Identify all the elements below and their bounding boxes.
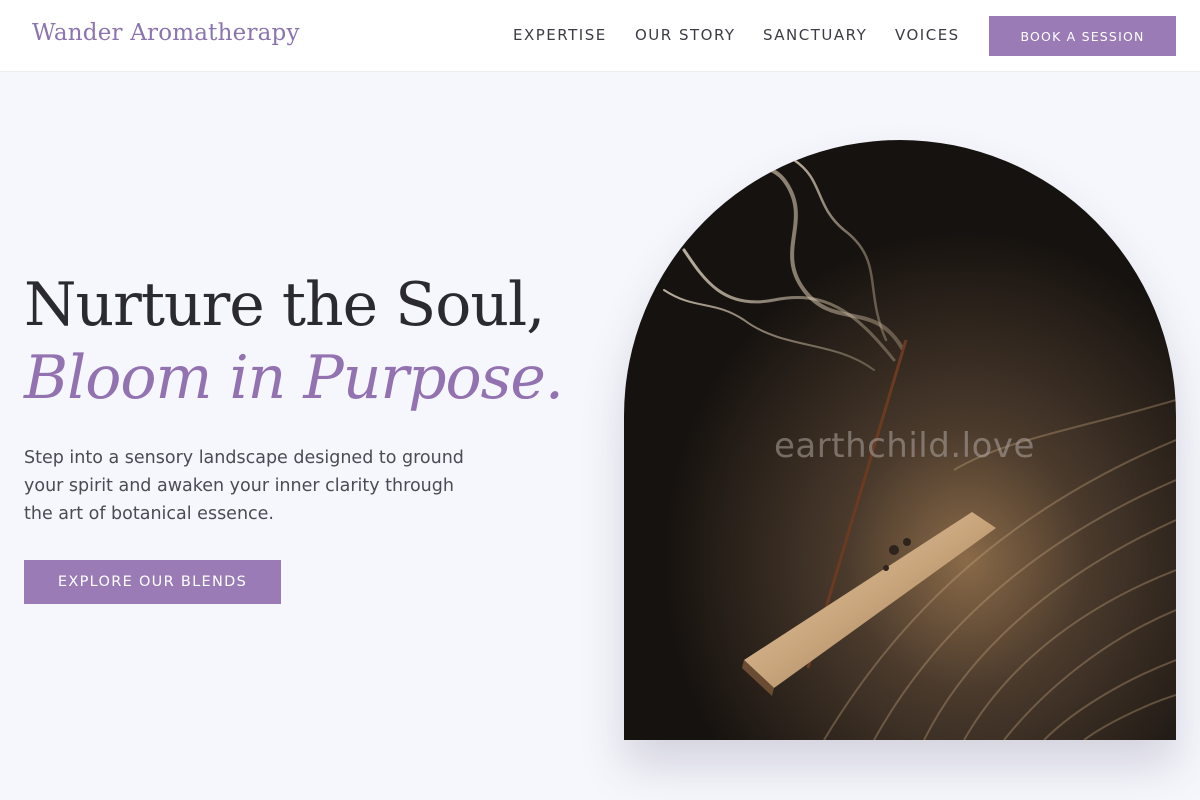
hero-headline: Nurture the Soul,: [24, 270, 545, 340]
explore-blends-button[interactable]: EXPLORE OUR BLENDS: [24, 560, 281, 604]
nav-item-expertise[interactable]: EXPERTISE: [513, 26, 607, 44]
hero-subheadline: Bloom in Purpose.: [24, 343, 564, 413]
hero-description: Step into a sensory landscape designed t…: [24, 448, 464, 524]
site-header: Wander Aromatherapy EXPERTISE OUR STORY …: [0, 0, 1200, 72]
image-watermark: earthchild.love: [774, 426, 1035, 466]
nav-item-our-story[interactable]: OUR STORY: [635, 26, 736, 44]
nav-item-voices[interactable]: VOICES: [895, 26, 960, 44]
nav-item-sanctuary[interactable]: SANCTUARY: [763, 26, 867, 44]
book-session-button[interactable]: BOOK A SESSION: [989, 16, 1176, 56]
